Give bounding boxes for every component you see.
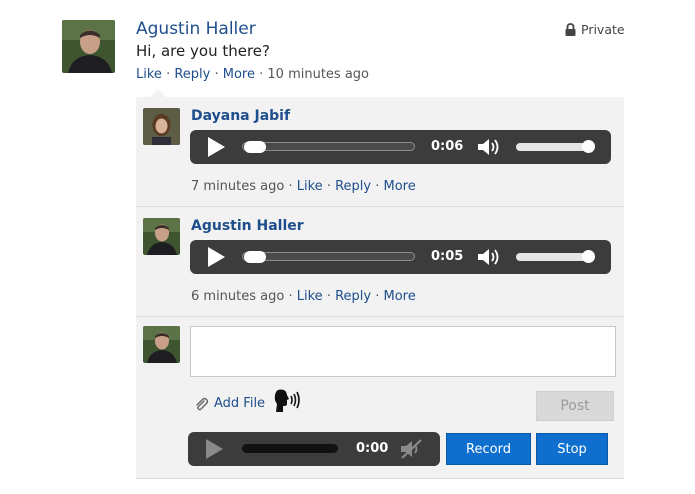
- comment-1-audio-player: 0:06: [190, 130, 611, 164]
- comment-divider: [136, 206, 624, 207]
- avatar-comment-1[interactable]: [143, 108, 180, 145]
- post-button[interactable]: Post: [536, 391, 614, 421]
- play-icon[interactable]: [208, 137, 225, 157]
- comment-2-progress-knob[interactable]: [244, 251, 266, 263]
- comment-1-volume-track[interactable]: [516, 143, 592, 151]
- paperclip-icon: [196, 397, 208, 410]
- comment-2-volume-knob[interactable]: [582, 250, 595, 263]
- reply-textarea[interactable]: [190, 326, 616, 377]
- separator: ·: [375, 179, 384, 194]
- comment-2-meta: 6 minutes ago · Like · Reply · More: [191, 289, 416, 304]
- separator: ·: [288, 289, 297, 304]
- separator: ·: [326, 289, 336, 304]
- comment-2-like-link[interactable]: Like: [297, 289, 323, 304]
- recorder-player: 0:00: [188, 432, 440, 466]
- speaker-icon[interactable]: [477, 247, 503, 267]
- comment-1-timestamp: 7 minutes ago: [191, 179, 285, 194]
- comment-2-timestamp: 6 minutes ago: [191, 289, 285, 304]
- lock-icon: [565, 23, 576, 36]
- recorder-progress-track[interactable]: [242, 444, 338, 453]
- comment-2-more-link[interactable]: More: [384, 289, 416, 304]
- comment-1-more-link[interactable]: More: [384, 179, 416, 194]
- recorder-time: 0:00: [356, 441, 389, 456]
- post-like-link[interactable]: Like: [136, 67, 162, 82]
- comment-1-volume-knob[interactable]: [582, 140, 595, 153]
- comment-1-author[interactable]: Dayana Jabif: [191, 108, 290, 124]
- comments-pointer: [150, 89, 166, 97]
- comment-1-meta: 7 minutes ago · Like · Reply · More: [191, 179, 416, 194]
- comment-2-volume-track[interactable]: [516, 253, 592, 261]
- comment-2-progress-track[interactable]: [242, 252, 415, 261]
- record-button[interactable]: Record: [446, 433, 531, 465]
- comment-1-progress-track[interactable]: [242, 142, 415, 151]
- separator: ·: [326, 179, 336, 194]
- comment-2-reply-link[interactable]: Reply: [335, 289, 371, 304]
- speaker-icon[interactable]: [477, 137, 503, 157]
- play-icon[interactable]: [206, 439, 223, 459]
- avatar-comment-2[interactable]: [143, 218, 180, 255]
- separator: ·: [214, 67, 223, 82]
- comment-1-progress-knob[interactable]: [244, 141, 266, 153]
- add-file-link[interactable]: Add File: [194, 396, 265, 411]
- comment-1-reply-link[interactable]: Reply: [335, 179, 371, 194]
- post-text: Hi, are you there?: [136, 42, 270, 60]
- comment-2-audio-time: 0:05: [431, 249, 464, 264]
- comment-divider: [136, 316, 624, 317]
- post-author-name[interactable]: Agustin Haller: [136, 19, 256, 39]
- privacy-indicator: Private: [565, 22, 625, 37]
- post-timestamp: 10 minutes ago: [267, 67, 369, 82]
- post-actions: Like · Reply · More · 10 minutes ago: [136, 67, 369, 82]
- comment-2-audio-player: 0:05: [190, 240, 611, 274]
- comment-2-author[interactable]: Agustin Haller: [191, 218, 304, 234]
- stop-button[interactable]: Stop: [536, 433, 608, 465]
- add-file-label[interactable]: Add File: [214, 396, 265, 411]
- play-icon[interactable]: [208, 247, 225, 267]
- comment-1-audio-time: 0:06: [431, 139, 464, 154]
- comment-1-like-link[interactable]: Like: [297, 179, 323, 194]
- speaker-muted-icon[interactable]: [400, 439, 424, 459]
- speaking-head-icon[interactable]: [274, 388, 302, 414]
- avatar-current-user: [143, 326, 180, 363]
- panel-bottom-divider: [136, 478, 624, 479]
- post-more-link[interactable]: More: [223, 67, 255, 82]
- separator: ·: [375, 289, 384, 304]
- avatar-post-author[interactable]: [62, 20, 115, 73]
- privacy-label: Private: [581, 22, 625, 37]
- separator: ·: [288, 179, 297, 194]
- post-reply-link[interactable]: Reply: [174, 67, 210, 82]
